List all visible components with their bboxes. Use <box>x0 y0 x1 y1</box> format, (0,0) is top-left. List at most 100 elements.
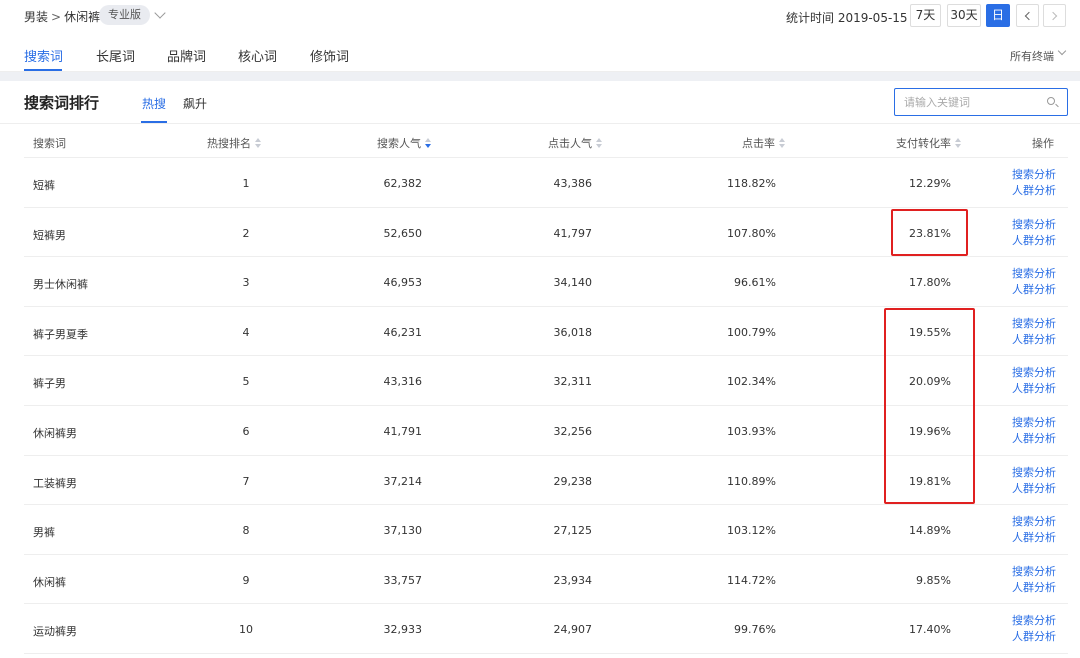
popularity-cell: 62,382 <box>383 177 423 190</box>
header-rank[interactable]: 热搜排名 <box>207 135 262 151</box>
search-analysis-link[interactable]: 搜索分析 <box>1012 167 1056 183</box>
keyword-search <box>894 88 1068 116</box>
ctr-cell: 114.72% <box>727 573 776 587</box>
clicks-cell: 32,311 <box>553 375 593 389</box>
search-icon[interactable] <box>1047 97 1055 105</box>
term-cell: 裤子男夏季 <box>33 327 88 341</box>
conversion-cell: 12.29% <box>909 177 951 190</box>
audience-analysis-link[interactable]: 人群分析 <box>1012 282 1056 298</box>
tab-brand[interactable]: 品牌词 <box>167 46 206 65</box>
table-row: 运动裤男 10 32,933 24,907 99.76% 17.40% 搜索分析 人群分析 <box>24 604 1068 654</box>
rank-cell: 10 <box>239 623 253 637</box>
search-analysis-link[interactable]: 搜索分析 <box>1012 613 1056 629</box>
header-popularity-label: 搜索人气 <box>377 137 421 150</box>
header-conversion[interactable]: 支付转化率 <box>896 135 962 151</box>
tab-core[interactable]: 核心词 <box>238 46 277 65</box>
edition-badge: 专业版 <box>99 5 150 25</box>
sort-icon[interactable] <box>955 138 962 148</box>
table-header: 搜索词 热搜排名 搜索人气 点击人气 点击率 支付转化率 操作 <box>24 124 1068 158</box>
subtab-hot[interactable]: 热搜 <box>142 95 166 112</box>
header-clicks-label: 点击人气 <box>548 137 592 150</box>
search-analysis-link[interactable]: 搜索分析 <box>1012 316 1056 332</box>
tab-search-terms[interactable]: 搜索词 <box>24 46 63 65</box>
subtab-rising[interactable]: 飙升 <box>183 95 207 112</box>
sort-desc-icon[interactable] <box>425 138 432 148</box>
conversion-cell: 17.40% <box>909 623 951 637</box>
audience-analysis-link[interactable]: 人群分析 <box>1012 233 1056 249</box>
header-ctr[interactable]: 点击率 <box>742 135 786 151</box>
audience-analysis-link[interactable]: 人群分析 <box>1012 431 1056 447</box>
term-cell: 运动裤男 <box>33 625 77 639</box>
audience-analysis-link[interactable]: 人群分析 <box>1012 183 1056 199</box>
ops-cell: 搜索分析 人群分析 <box>1012 217 1056 249</box>
audience-analysis-link[interactable]: 人群分析 <box>1012 530 1056 546</box>
rank-cell: 1 <box>242 177 250 190</box>
breadcrumb-current: 休闲裤 <box>64 10 101 24</box>
ops-cell: 搜索分析 人群分析 <box>1012 316 1056 348</box>
keyword-tabs: 搜索词 长尾词 品牌词 核心词 修饰词 所有终端 <box>0 34 1080 72</box>
term-cell: 裤子男 <box>33 377 66 391</box>
chevron-right-icon <box>1048 11 1058 21</box>
breadcrumb-root[interactable]: 男装 <box>24 10 48 24</box>
tab-long-tail[interactable]: 长尾词 <box>96 46 135 65</box>
period-30d-button[interactable]: 30天 <box>947 4 981 27</box>
term-cell: 休闲裤 <box>33 575 66 589</box>
section-divider <box>0 72 1080 81</box>
chevron-down-icon[interactable] <box>1057 46 1067 56</box>
search-analysis-link[interactable]: 搜索分析 <box>1012 465 1056 481</box>
header-clicks[interactable]: 点击人气 <box>548 135 603 151</box>
ctr-cell: 110.89% <box>727 474 776 488</box>
popularity-cell: 33,757 <box>383 573 423 587</box>
ctr-cell: 118.82% <box>727 177 776 190</box>
search-input[interactable] <box>904 89 1044 115</box>
header-term: 搜索词 <box>33 137 66 150</box>
search-analysis-link[interactable]: 搜索分析 <box>1012 365 1056 381</box>
audience-analysis-link[interactable]: 人群分析 <box>1012 332 1056 348</box>
search-analysis-link[interactable]: 搜索分析 <box>1012 217 1056 233</box>
ops-cell: 搜索分析 人群分析 <box>1012 514 1056 546</box>
ops-cell: 搜索分析 人群分析 <box>1012 415 1056 447</box>
header-conversion-label: 支付转化率 <box>896 137 951 150</box>
tab-modifier[interactable]: 修饰词 <box>310 46 349 65</box>
ctr-cell: 103.12% <box>727 524 776 538</box>
table-row: 休闲裤 9 33,757 23,934 114.72% 9.85% 搜索分析 人群分析 <box>24 555 1068 605</box>
ctr-cell: 103.93% <box>727 425 776 438</box>
sort-icon[interactable] <box>779 138 786 148</box>
stat-time: 统计时间 2019-05-15 <box>786 11 908 25</box>
rank-cell: 6 <box>242 425 250 438</box>
rank-cell: 3 <box>242 276 250 290</box>
audience-analysis-link[interactable]: 人群分析 <box>1012 580 1056 596</box>
clicks-cell: 29,238 <box>553 474 593 488</box>
clicks-cell: 32,256 <box>553 425 593 438</box>
prev-date-button[interactable] <box>1016 4 1039 27</box>
search-analysis-link[interactable]: 搜索分析 <box>1012 415 1056 431</box>
terminal-filter[interactable]: 所有终端 <box>1010 48 1054 64</box>
next-date-button[interactable] <box>1043 4 1066 27</box>
header-ctr-label: 点击率 <box>742 137 775 150</box>
popularity-cell: 32,933 <box>383 623 423 637</box>
search-analysis-link[interactable]: 搜索分析 <box>1012 514 1056 530</box>
conversion-cell: 17.80% <box>909 276 951 290</box>
sort-icon[interactable] <box>255 138 262 148</box>
active-tab-underline <box>24 69 62 71</box>
header-rank-label: 热搜排名 <box>207 137 251 150</box>
period-7d-button[interactable]: 7天 <box>910 4 941 27</box>
search-analysis-link[interactable]: 搜索分析 <box>1012 266 1056 282</box>
table-row: 短裤 1 62,382 43,386 118.82% 12.29% 搜索分析 人群分析 <box>24 158 1068 208</box>
rank-cell: 5 <box>242 375 250 389</box>
audience-analysis-link[interactable]: 人群分析 <box>1012 481 1056 497</box>
term-cell: 工装裤男 <box>33 476 77 490</box>
clicks-cell: 41,797 <box>553 226 593 240</box>
audience-analysis-link[interactable]: 人群分析 <box>1012 381 1056 397</box>
search-analysis-link[interactable]: 搜索分析 <box>1012 564 1056 580</box>
chevron-down-icon[interactable] <box>154 7 166 19</box>
clicks-cell: 24,907 <box>553 623 593 637</box>
ctr-cell: 102.34% <box>727 375 776 389</box>
audience-analysis-link[interactable]: 人群分析 <box>1012 629 1056 645</box>
header-popularity[interactable]: 搜索人气 <box>377 135 432 151</box>
period-day-button[interactable]: 日 <box>986 4 1010 27</box>
highlight-box <box>891 208 968 257</box>
ctr-cell: 96.61% <box>734 276 776 290</box>
sort-icon[interactable] <box>596 138 603 148</box>
ctr-cell: 107.80% <box>727 226 776 240</box>
